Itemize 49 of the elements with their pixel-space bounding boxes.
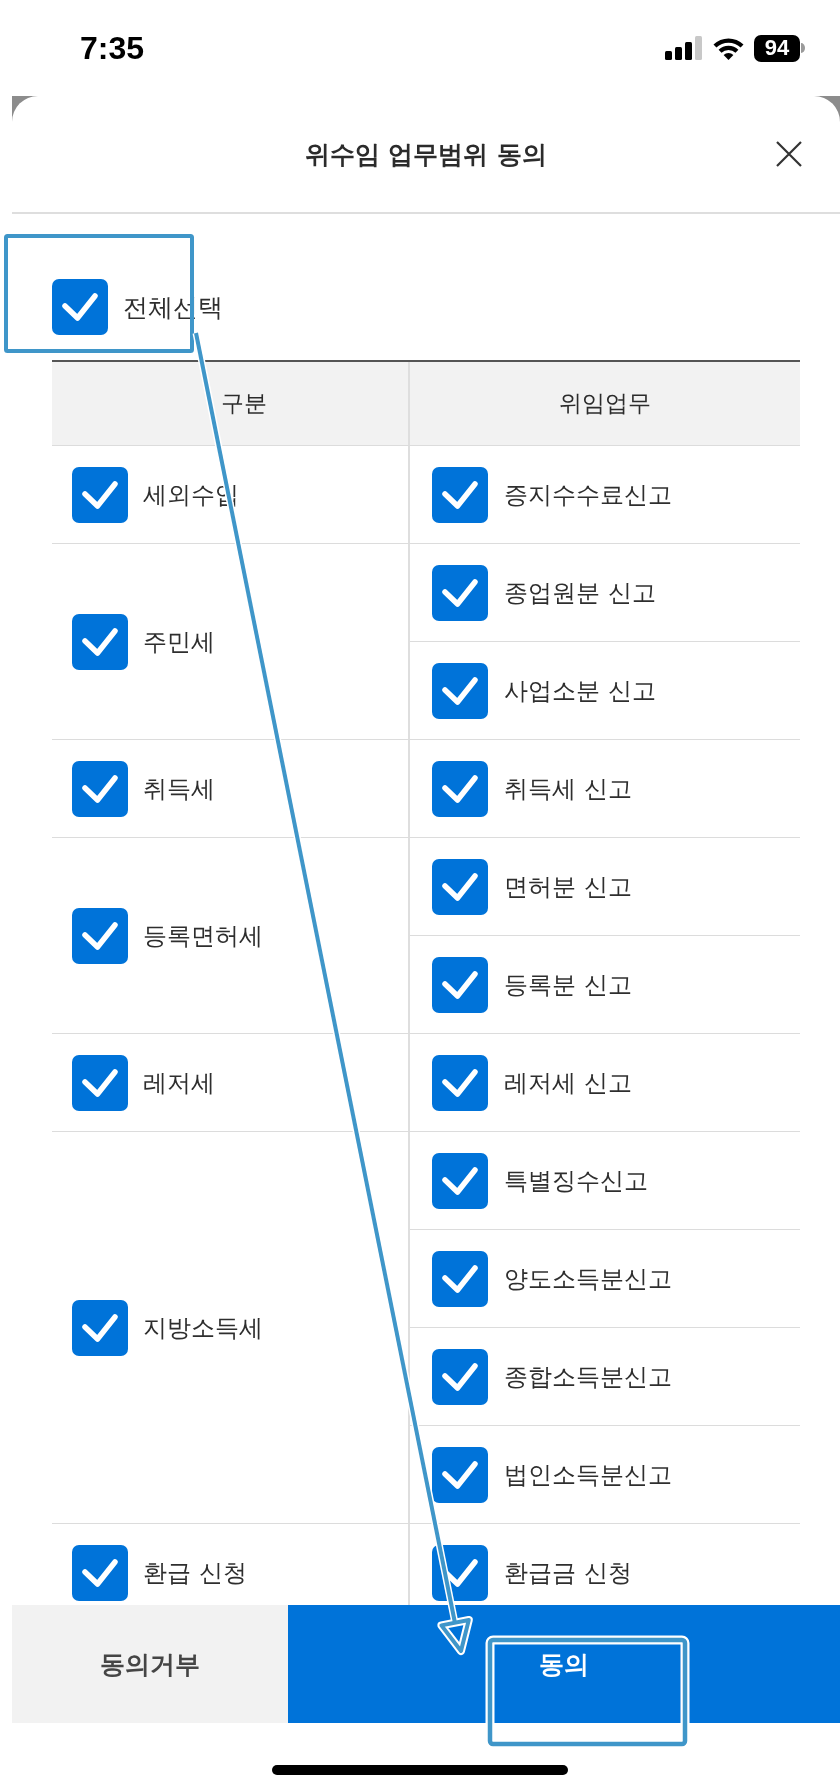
checkbox[interactable] bbox=[432, 858, 488, 915]
checkbox[interactable] bbox=[432, 1152, 488, 1209]
checkbox[interactable] bbox=[432, 1348, 488, 1405]
checkbox[interactable] bbox=[432, 1446, 488, 1503]
task-label: 특별징수신고 bbox=[504, 1165, 648, 1197]
agree-button[interactable]: 동의 bbox=[288, 1605, 840, 1723]
checkbox[interactable] bbox=[432, 760, 488, 817]
checkbox[interactable] bbox=[72, 760, 128, 817]
category-label: 환급 신청 bbox=[143, 1557, 247, 1589]
decline-button[interactable]: 동의거부 bbox=[12, 1605, 288, 1723]
checkbox[interactable] bbox=[432, 662, 488, 719]
checkbox[interactable] bbox=[432, 564, 488, 621]
category-label: 주민세 bbox=[143, 626, 215, 658]
checkbox[interactable] bbox=[432, 1250, 488, 1307]
battery-tip-icon bbox=[801, 43, 805, 53]
checkbox[interactable] bbox=[72, 1299, 128, 1356]
category-label: 지방소득세 bbox=[143, 1312, 263, 1344]
checkbox[interactable] bbox=[432, 956, 488, 1013]
task-label: 종합소득분신고 bbox=[504, 1361, 672, 1393]
battery-percentage: 94 bbox=[754, 34, 800, 62]
task-label: 사업소분 신고 bbox=[504, 675, 656, 707]
column-header: 구분 bbox=[52, 362, 410, 445]
category-label: 등록면허세 bbox=[143, 920, 263, 952]
checkbox[interactable] bbox=[72, 1054, 128, 1111]
task-label: 법인소득분신고 bbox=[504, 1459, 672, 1491]
task-label: 종업원분 신고 bbox=[504, 577, 656, 609]
checkbox[interactable] bbox=[72, 466, 128, 523]
close-button[interactable] bbox=[776, 141, 802, 167]
status-time: 7:35 bbox=[80, 29, 145, 67]
category-label: 취득세 bbox=[143, 773, 215, 805]
close-icon bbox=[776, 141, 802, 167]
category-label: 레저세 bbox=[143, 1067, 215, 1099]
checkbox[interactable] bbox=[72, 907, 128, 964]
sheet-title: 위수임 업무범위 동의 bbox=[304, 138, 548, 171]
task-label: 레저세 신고 bbox=[504, 1067, 632, 1099]
task-label: 취득세 신고 bbox=[504, 773, 632, 805]
task-label: 증지수수료신고 bbox=[504, 479, 672, 511]
task-label: 양도소득분신고 bbox=[504, 1263, 672, 1295]
task-label: 면허분 신고 bbox=[504, 871, 632, 903]
checkbox[interactable] bbox=[432, 1054, 488, 1111]
checkbox[interactable] bbox=[432, 466, 488, 523]
task-label: 환급금 신청 bbox=[504, 1557, 632, 1589]
signal-icon bbox=[665, 36, 703, 60]
task-label: 등록분 신고 bbox=[504, 969, 632, 1001]
column-header: 위임업무 bbox=[410, 362, 800, 445]
wifi-icon bbox=[712, 36, 745, 60]
checkbox[interactable] bbox=[52, 279, 108, 335]
checkbox[interactable] bbox=[72, 613, 128, 670]
checkbox[interactable] bbox=[72, 1544, 128, 1601]
